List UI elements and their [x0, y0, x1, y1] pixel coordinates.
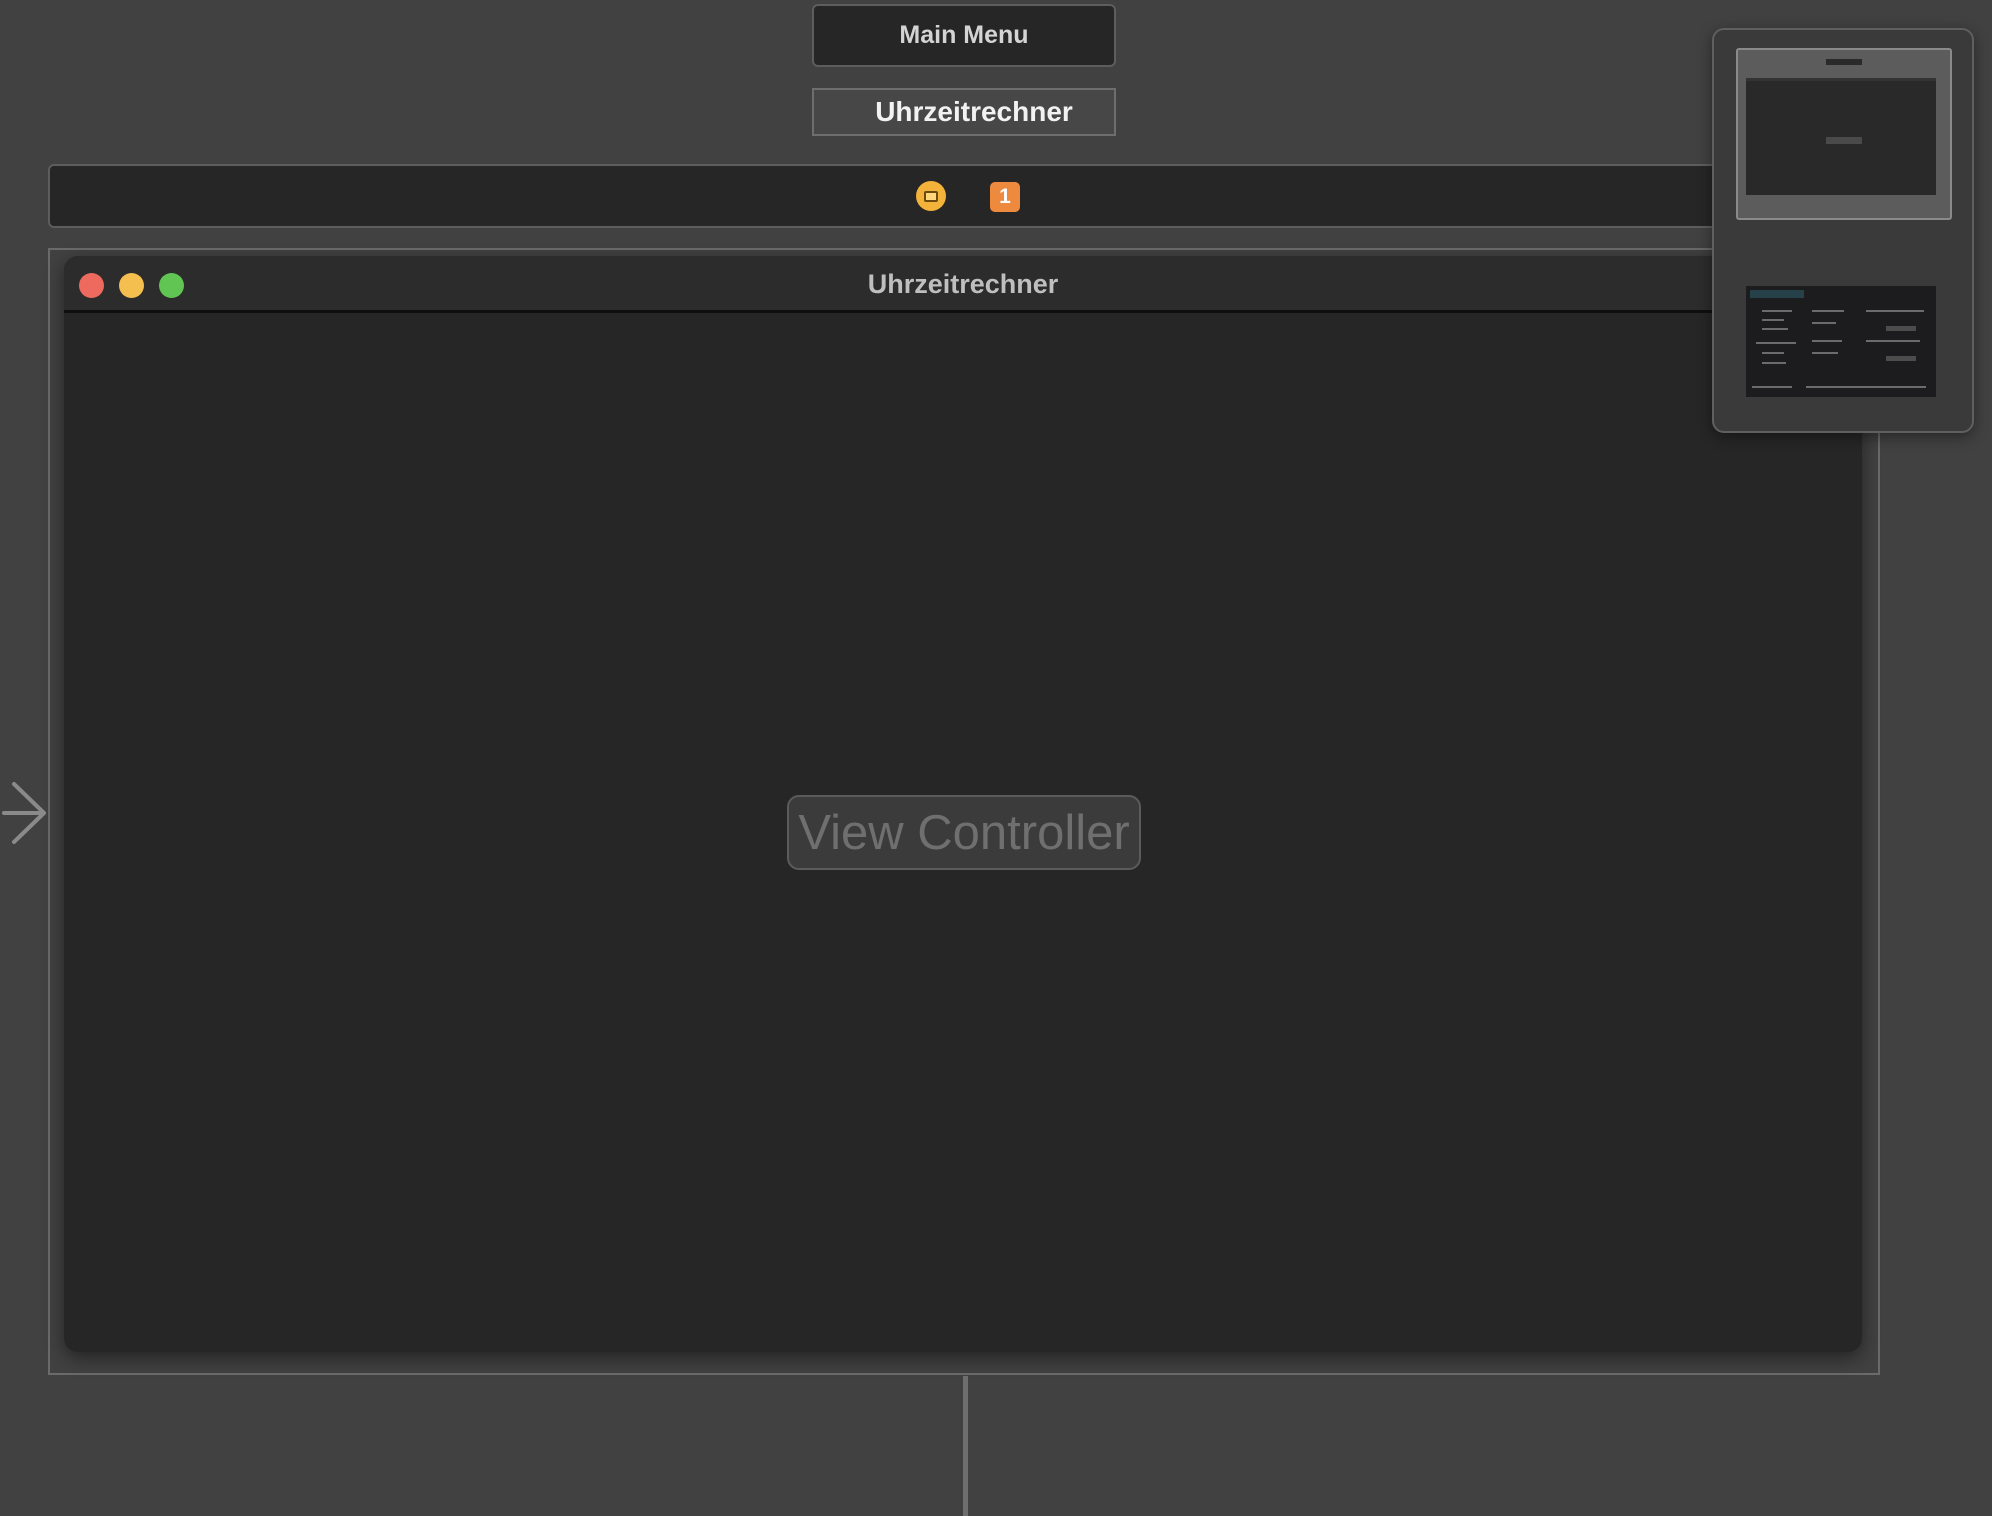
scene-title[interactable]: Uhrzeitrechner — [812, 88, 1116, 136]
entry-point-arrow-icon[interactable] — [0, 778, 48, 848]
minimap-scene-line — [1806, 386, 1926, 388]
segue-connector — [963, 1376, 968, 1516]
main-menu-label: Main Menu — [899, 21, 1029, 49]
minimap-scene-thumbnail[interactable] — [1746, 286, 1936, 397]
minimap-scene-line — [1762, 362, 1786, 364]
minimap-scene-line — [1762, 352, 1784, 354]
minimap-panel[interactable] — [1712, 28, 1974, 433]
minimap-scene-button — [1886, 356, 1916, 361]
minimap-scene-line — [1866, 340, 1920, 342]
window-titlebar[interactable]: Uhrzeitrechner — [64, 256, 1862, 313]
minimap-scene-line — [1812, 340, 1842, 342]
main-menu-scene[interactable]: Main Menu — [812, 4, 1116, 67]
view-controller-placeholder[interactable]: View Controller — [787, 795, 1141, 870]
minimap-window-thumbnail — [1746, 78, 1936, 195]
scene-title-label: Uhrzeitrechner — [875, 96, 1073, 127]
first-responder-icon[interactable]: 1 — [990, 182, 1020, 212]
minimap-scene-line — [1762, 328, 1788, 330]
minimap-view-controller-thumbnail — [1826, 137, 1862, 144]
minimap-scene-line — [1752, 386, 1792, 388]
scene-dock: 1 — [48, 164, 1880, 228]
minimap-scene-line — [1762, 310, 1792, 312]
minimap-title-pill — [1826, 59, 1862, 65]
minimap-scene-line — [1866, 310, 1924, 312]
minimap-scene-line — [1812, 322, 1836, 324]
minimap-scene-line — [1812, 352, 1838, 354]
minimap-scene-line — [1756, 342, 1796, 344]
minimap-scene-line — [1812, 310, 1844, 312]
window-controller-icon[interactable] — [916, 181, 946, 211]
minimap-scene-line — [1762, 319, 1784, 321]
minimap-viewport[interactable] — [1736, 48, 1952, 220]
first-responder-badge-label: 1 — [999, 185, 1011, 208]
minimap-scene-header — [1750, 290, 1804, 298]
window-glyph-icon — [924, 190, 938, 202]
window-title: Uhrzeitrechner — [867, 269, 1059, 299]
view-controller-label: View Controller — [798, 805, 1130, 860]
minimap-scene-button — [1886, 326, 1916, 331]
